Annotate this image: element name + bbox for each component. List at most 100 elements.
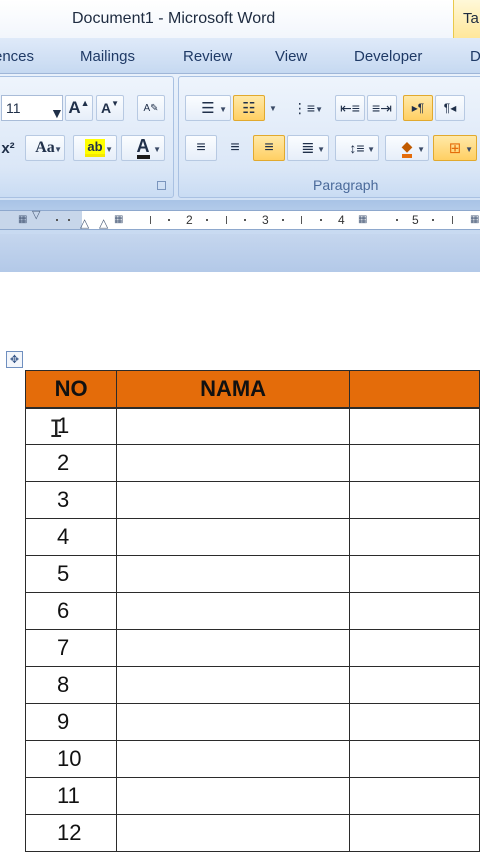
tab-review[interactable]: Review <box>183 48 232 65</box>
text-cursor-icon: I <box>49 415 64 443</box>
justify-button[interactable]: ≣ ▼ <box>287 135 329 161</box>
superscript-button[interactable]: x² <box>0 135 21 161</box>
cell-no[interactable]: 3 <box>24 481 118 519</box>
table-row: 6 <box>24 592 480 630</box>
tab-mailings[interactable]: Mailings <box>80 48 135 65</box>
cell-no[interactable]: 1 <box>24 407 118 445</box>
show-hide-button[interactable]: ¶◂ <box>435 95 465 121</box>
shading-button[interactable]: ◆ ▼ <box>385 135 429 161</box>
bullets-button[interactable]: ☰ ▼ <box>185 95 231 121</box>
table-tools-contextual-tab[interactable]: Ta <box>453 0 480 38</box>
shrink-font-button[interactable]: A ▼ <box>96 95 124 121</box>
bullets-icon: ☰ <box>201 100 215 117</box>
ruler-tick <box>432 219 434 221</box>
cell-nama[interactable] <box>116 629 350 667</box>
borders-button[interactable]: ⊞ ▼ <box>433 135 477 161</box>
decrease-indent-button[interactable]: ⇤≡ <box>335 95 365 121</box>
font-size-box[interactable]: 11 ▼ <box>1 95 64 121</box>
sort-button[interactable]: ▸¶ <box>403 95 433 121</box>
tab-references[interactable]: ences <box>0 48 34 65</box>
cell-extra[interactable] <box>348 407 480 445</box>
change-case-icon: Aa <box>35 139 55 156</box>
cell-nama[interactable] <box>116 666 350 704</box>
table-move-handle-icon[interactable]: ✥ <box>6 351 23 368</box>
cell-extra[interactable] <box>348 444 480 482</box>
cell-nama[interactable] <box>116 703 350 741</box>
cell-extra[interactable] <box>348 592 480 630</box>
left-indent-icon[interactable]: △ <box>99 216 108 230</box>
grow-font-icon: A <box>68 98 81 117</box>
numbering-dropdown-icon[interactable]: ▼ <box>269 104 277 113</box>
grow-font-button[interactable]: A ▲ <box>65 95 93 121</box>
tab-developer[interactable]: Developer <box>354 48 422 65</box>
cell-no[interactable]: 8 <box>24 666 118 704</box>
cell-no[interactable]: 12 <box>24 814 118 852</box>
ribbon: 11 ▼ A ▲ A ▼ A✎ x² Aa ▼ ab ▼ A ▼ ☰ ▼ ☷ ▼… <box>0 74 480 200</box>
hanging-indent-icon[interactable]: △ <box>80 216 89 230</box>
header-nama[interactable]: NAMA <box>116 370 350 409</box>
cell-nama[interactable] <box>116 481 350 519</box>
cell-extra[interactable] <box>348 481 480 519</box>
cell-extra[interactable] <box>348 555 480 593</box>
table-row: 4 <box>24 518 480 556</box>
cell-no[interactable]: 7 <box>24 629 118 667</box>
table-row: 5 <box>24 555 480 593</box>
align-left-button[interactable]: ≡ <box>185 135 217 161</box>
increase-indent-button[interactable]: ≡⇥ <box>367 95 397 121</box>
cell-no[interactable]: 2 <box>24 444 118 482</box>
font-group: 11 ▼ A ▲ A ▼ A✎ x² Aa ▼ ab ▼ A ▼ <box>0 76 174 198</box>
cell-nama[interactable] <box>116 444 350 482</box>
numbering-button[interactable]: ☷ <box>233 95 265 121</box>
table-row: 8 <box>24 666 480 704</box>
ruler-tick <box>206 219 208 221</box>
ruler-tick <box>226 216 227 224</box>
header-no[interactable]: NO <box>24 370 118 409</box>
cell-no[interactable]: 9 <box>24 703 118 741</box>
cell-no[interactable]: 5 <box>24 555 118 593</box>
ruler-lower-strip <box>0 234 480 272</box>
header-empty[interactable] <box>348 370 480 409</box>
paragraph-group: ☰ ▼ ☷ ▼ ⋮≡ ▼ ⇤≡ ≡⇥ ▸¶ ¶◂ ≡ ≡ ≡ ≣ ▼ ↕≡ ▼ … <box>178 76 480 198</box>
tab-view[interactable]: View <box>275 48 307 65</box>
tab-design[interactable]: D <box>470 48 480 65</box>
cell-nama[interactable] <box>116 407 350 445</box>
ruler-area: ▦ ▽ △ △ ▦ ▦ ▦ 2 3 4 5 <box>0 200 480 272</box>
cell-extra[interactable] <box>348 629 480 667</box>
cell-nama[interactable] <box>116 518 350 556</box>
cell-no[interactable]: 6 <box>24 592 118 630</box>
document-table[interactable]: NO NAMA 1 2 3 4 5 6 7 8 9 10 11 12 <box>24 370 480 852</box>
cell-extra[interactable] <box>348 666 480 704</box>
cell-extra[interactable] <box>348 703 480 741</box>
cell-extra[interactable] <box>348 814 480 852</box>
column-marker-icon: ▦ <box>358 214 368 225</box>
cell-extra[interactable] <box>348 518 480 556</box>
ruler-tick <box>150 216 151 224</box>
first-line-indent-icon[interactable]: ▽ <box>32 208 40 221</box>
horizontal-ruler[interactable]: ▦ ▽ △ △ ▦ ▦ ▦ 2 3 4 5 <box>0 208 480 230</box>
font-dialog-launcher[interactable] <box>157 181 166 190</box>
cell-nama[interactable] <box>116 777 350 815</box>
line-spacing-button[interactable]: ↕≡ ▼ <box>335 135 379 161</box>
cell-extra[interactable] <box>348 777 480 815</box>
cell-no[interactable]: 4 <box>24 518 118 556</box>
ruler-tick <box>320 219 322 221</box>
ruler-tick <box>244 219 246 221</box>
cell-nama[interactable] <box>116 740 350 778</box>
multilevel-list-button[interactable]: ⋮≡ ▼ <box>281 95 327 121</box>
cell-nama[interactable] <box>116 555 350 593</box>
align-center-button[interactable]: ≡ <box>219 135 251 161</box>
cell-extra[interactable] <box>348 740 480 778</box>
cell-no[interactable]: 11 <box>24 777 118 815</box>
font-color-button[interactable]: A ▼ <box>121 135 165 161</box>
clear-formatting-button[interactable]: A✎ <box>137 95 165 121</box>
column-marker-icon: ▦ <box>470 214 480 225</box>
align-right-icon: ≡ <box>264 139 274 156</box>
change-case-button[interactable]: Aa ▼ <box>25 135 65 161</box>
cell-nama[interactable] <box>116 814 350 852</box>
align-right-button[interactable]: ≡ <box>253 135 285 161</box>
numbering-icon: ☷ <box>242 100 256 117</box>
contextual-tab-label: Ta <box>463 10 479 27</box>
cell-no[interactable]: 10 <box>24 740 118 778</box>
cell-nama[interactable] <box>116 592 350 630</box>
highlight-button[interactable]: ab ▼ <box>73 135 117 161</box>
